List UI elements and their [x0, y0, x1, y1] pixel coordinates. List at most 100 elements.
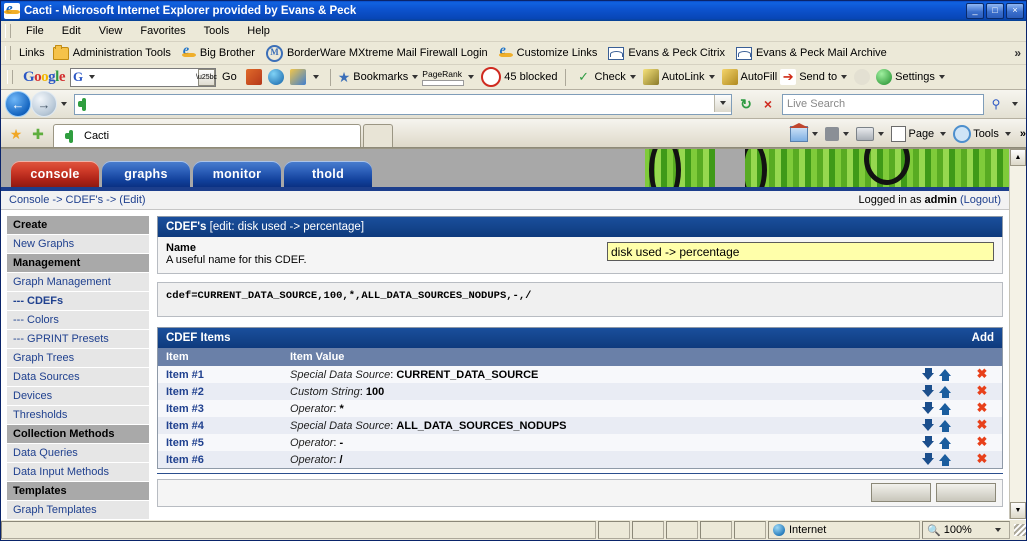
- feeds-button[interactable]: [825, 127, 853, 141]
- sidebar-item-new-graphs[interactable]: New Graphs: [7, 235, 149, 254]
- add-favorite-icon[interactable]: ✚: [30, 126, 46, 142]
- live-search-input[interactable]: Live Search: [782, 93, 984, 115]
- sidebar-item-data-sources[interactable]: Data Sources: [7, 368, 149, 387]
- page-scrollbar[interactable]: ▲ ▼: [1009, 149, 1026, 519]
- delete-x-icon[interactable]: ✖: [977, 366, 988, 381]
- links-overflow-icon[interactable]: »: [1014, 46, 1021, 60]
- chevron-down-icon[interactable]: [841, 75, 848, 79]
- new-tab-button[interactable]: [363, 124, 393, 147]
- link-evans-peck-citrix[interactable]: Evans & Peck Citrix: [608, 46, 725, 60]
- arrow-down-icon[interactable]: [922, 402, 935, 415]
- history-chevron-down-icon[interactable]: [61, 102, 67, 106]
- sidebar-item-graph-trees[interactable]: Graph Trees: [7, 349, 149, 368]
- row-delete[interactable]: ✖: [962, 451, 1003, 469]
- blocked-count-button[interactable]: 45 blocked: [504, 71, 557, 83]
- address-dropdown-icon[interactable]: [714, 94, 731, 112]
- item-link[interactable]: Item #6: [157, 451, 282, 469]
- chevron-down-icon[interactable]: [995, 528, 1001, 532]
- item-link[interactable]: Item #4: [157, 417, 282, 434]
- search-submit-button[interactable]: ⚲: [984, 95, 1008, 114]
- item-link[interactable]: Item #2: [157, 383, 282, 400]
- check-button[interactable]: Check: [595, 71, 626, 83]
- refresh-button[interactable]: ↻: [736, 94, 756, 114]
- sidebar-item-data-input-methods[interactable]: Data Input Methods: [7, 463, 149, 482]
- sidebar-item-gprint-presets[interactable]: --- GPRINT Presets: [7, 330, 149, 349]
- arrow-up-icon[interactable]: [939, 385, 952, 398]
- menu-help[interactable]: Help: [238, 23, 279, 39]
- forward-button[interactable]: →: [31, 91, 57, 117]
- logout-link[interactable]: (Logout): [960, 194, 1001, 206]
- page-menu-button[interactable]: Page: [891, 126, 950, 142]
- link-customize-links[interactable]: Customize Links: [498, 43, 597, 60]
- arrow-down-icon[interactable]: [922, 385, 935, 398]
- google-earth-icon[interactable]: [267, 69, 284, 85]
- stop-button[interactable]: ×: [758, 94, 778, 114]
- scroll-track[interactable]: [1010, 166, 1026, 502]
- item-link[interactable]: Item #5: [157, 434, 282, 451]
- row-delete[interactable]: ✖: [962, 383, 1003, 400]
- google-news-icon[interactable]: [245, 69, 262, 85]
- delete-x-icon[interactable]: ✖: [977, 383, 988, 398]
- maximize-button[interactable]: □: [986, 3, 1004, 19]
- save-button[interactable]: [936, 483, 996, 502]
- back-button[interactable]: ←: [5, 91, 31, 117]
- home-button[interactable]: [789, 123, 822, 142]
- menu-file[interactable]: File: [17, 23, 53, 39]
- arrow-down-icon[interactable]: [922, 368, 935, 381]
- arrow-up-icon[interactable]: [939, 453, 952, 466]
- tab-thold[interactable]: thold: [284, 161, 372, 187]
- menu-favorites[interactable]: Favorites: [131, 23, 194, 39]
- sidebar-item-graph-management[interactable]: Graph Management: [7, 273, 149, 292]
- table-row[interactable]: Item #1 Special Data Source: CURRENT_DAT…: [157, 366, 1003, 383]
- link-borderware-mxtreme[interactable]: M BorderWare MXtreme Mail Firewall Login: [265, 44, 488, 62]
- link-evans-peck-mail-archive[interactable]: Evans & Peck Mail Archive: [735, 46, 887, 60]
- menu-grip[interactable]: [5, 24, 11, 38]
- arrow-up-icon[interactable]: [939, 402, 952, 415]
- tools-menu-button[interactable]: Tools: [953, 125, 1015, 143]
- row-delete[interactable]: ✖: [962, 400, 1003, 417]
- arrow-down-icon[interactable]: [922, 419, 935, 432]
- tab-monitor[interactable]: monitor: [193, 161, 281, 187]
- menu-view[interactable]: View: [90, 23, 132, 39]
- cdef-name-input[interactable]: disk used -> percentage: [607, 242, 994, 261]
- search-provider-chevron-icon[interactable]: [1012, 102, 1018, 106]
- tab-console[interactable]: console: [11, 161, 99, 187]
- row-delete[interactable]: ✖: [962, 417, 1003, 434]
- delete-x-icon[interactable]: ✖: [977, 434, 988, 449]
- favorites-center-icon[interactable]: ★: [8, 126, 24, 142]
- link-administration-tools[interactable]: Administration Tools: [52, 44, 171, 60]
- table-row[interactable]: Item #3 Operator: * ✖: [157, 400, 1003, 417]
- item-link[interactable]: Item #3: [157, 400, 282, 417]
- chevron-down-icon[interactable]: [629, 75, 636, 79]
- table-row[interactable]: Item #5 Operator: - ✖: [157, 434, 1003, 451]
- send-to-button[interactable]: Send to: [799, 71, 837, 83]
- chevron-down-icon[interactable]: [312, 75, 319, 79]
- row-delete[interactable]: ✖: [962, 366, 1003, 383]
- delete-x-icon[interactable]: ✖: [977, 417, 988, 432]
- resize-grip[interactable]: [1014, 524, 1026, 536]
- scroll-up-button[interactable]: ▲: [1010, 149, 1026, 166]
- links-grip[interactable]: [5, 46, 11, 60]
- tab-graphs[interactable]: graphs: [102, 161, 190, 187]
- arrow-up-icon[interactable]: [939, 436, 952, 449]
- sidebar-item-data-queries[interactable]: Data Queries: [7, 444, 149, 463]
- google-grip[interactable]: [7, 70, 13, 84]
- chevron-down-icon[interactable]: [412, 75, 419, 79]
- autofill-button[interactable]: AutoFill: [741, 71, 778, 83]
- google-search-input[interactable]: G \u25bc: [70, 67, 217, 87]
- chevron-down-icon[interactable]: [708, 75, 715, 79]
- google-gadgets-icon[interactable]: [289, 69, 306, 85]
- breadcrumb-text[interactable]: Console -> CDEF's -> (Edit): [9, 194, 146, 206]
- delete-x-icon[interactable]: ✖: [977, 400, 988, 415]
- item-link[interactable]: Item #1: [157, 366, 282, 383]
- zoom-control[interactable]: 🔍 100%: [922, 521, 1010, 539]
- arrow-up-icon[interactable]: [939, 419, 952, 432]
- google-go-button[interactable]: Go: [222, 71, 237, 83]
- scroll-down-button[interactable]: ▼: [1010, 502, 1026, 519]
- google-search-dropdown[interactable]: \u25bc: [196, 68, 217, 86]
- print-button[interactable]: [856, 127, 888, 141]
- settings-button[interactable]: Settings: [895, 71, 935, 83]
- address-input[interactable]: [74, 93, 732, 115]
- table-row[interactable]: Item #2 Custom String: 100 ✖: [157, 383, 1003, 400]
- table-row[interactable]: Item #6 Operator: / ✖: [157, 451, 1003, 469]
